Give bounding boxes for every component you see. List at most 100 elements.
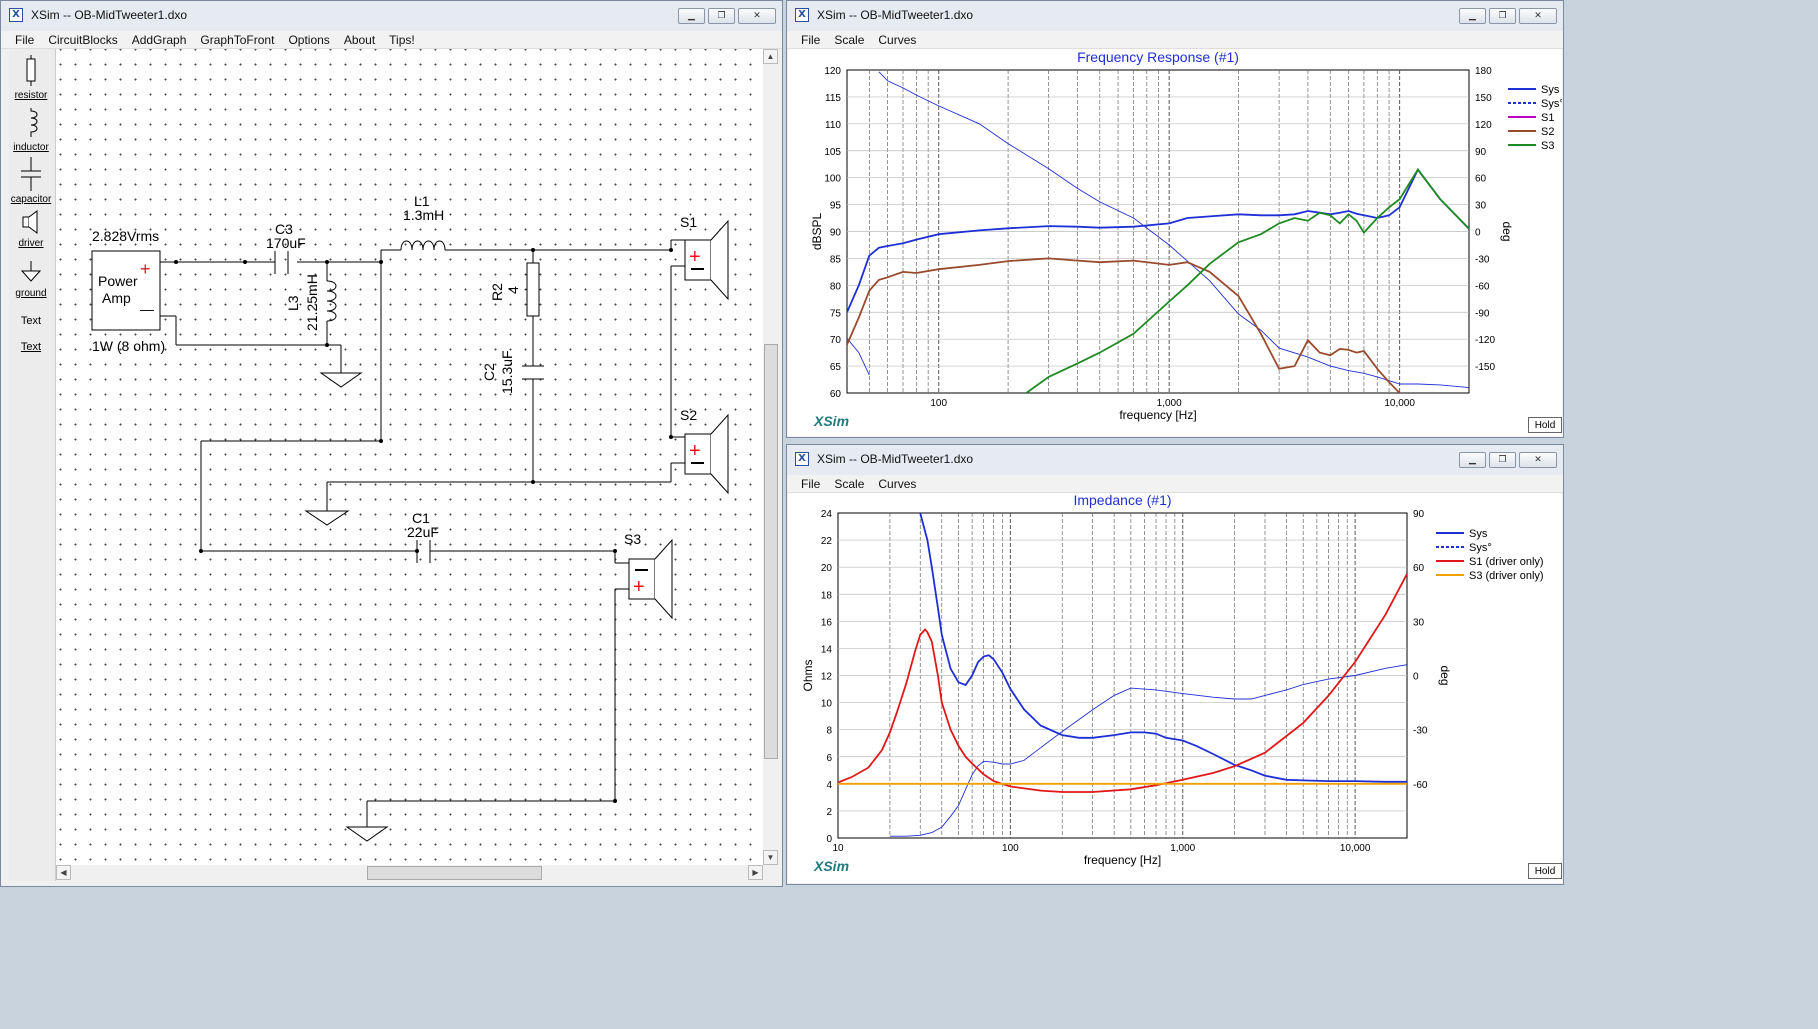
menu-file[interactable]: File xyxy=(15,31,34,48)
ground-symbol[interactable] xyxy=(304,510,350,526)
inductor-l1[interactable] xyxy=(400,240,446,251)
restore-icon[interactable]: ❐ xyxy=(1489,452,1516,468)
y-tick-label: 6 xyxy=(826,753,832,764)
r2-value: 4 xyxy=(505,286,521,294)
ground-symbol[interactable] xyxy=(319,372,363,388)
close-icon[interactable]: ✕ xyxy=(738,8,776,24)
y2-tick-label: -30 xyxy=(1475,254,1490,265)
restore-icon[interactable]: ❐ xyxy=(708,8,735,24)
y-axis-label: Ohms xyxy=(801,659,815,691)
driver-icon xyxy=(22,210,38,234)
minimize-icon[interactable]: ▁ xyxy=(678,8,705,24)
c2-name: C2 xyxy=(481,363,497,381)
menu-options[interactable]: Options xyxy=(288,31,329,48)
menu-addgraph[interactable]: AddGraph xyxy=(132,31,187,48)
fr-titlebar[interactable]: X XSim -- OB-MidTweeter1.dxo ▁ ❐ ✕ xyxy=(787,1,1563,32)
fr-window: X XSim -- OB-MidTweeter1.dxo ▁ ❐ ✕ File … xyxy=(786,0,1564,438)
resistor-icon xyxy=(26,55,36,86)
y-tick-label: 95 xyxy=(830,201,842,212)
inductor-l3[interactable] xyxy=(326,280,337,322)
imp-window: X XSim -- OB-MidTweeter1.dxo ▁ ❐ ✕ File … xyxy=(786,444,1564,885)
app-icon: X xyxy=(9,8,23,22)
x-tick-label: 1,000 xyxy=(1170,843,1195,854)
menu-tips[interactable]: Tips! xyxy=(389,31,415,48)
power-amp-plus: + xyxy=(140,259,151,279)
imp-chart-area[interactable]: 0 2 4 6 8 10 12 14 16 18 20 22 24 -60 -30 0 30 60 90 10 100 1… xyxy=(788,492,1562,883)
menu-scale[interactable]: Scale xyxy=(834,475,864,492)
scroll-left-icon[interactable]: ◀ xyxy=(56,865,71,880)
fr-menubar: File Scale Curves xyxy=(787,31,1563,49)
resistor-r2[interactable] xyxy=(526,262,540,317)
frequency-response-chart: 60 65 70 75 80 85 90 95 100 105 110 115 120 -150 -120 -… xyxy=(810,49,1563,422)
minimize-icon[interactable]: ▁ xyxy=(1459,8,1486,24)
horizontal-scrollbar[interactable]: ◀ ▶ xyxy=(56,865,763,881)
s3-label: S3 xyxy=(624,531,641,547)
legend-entry-1: Sys° xyxy=(1469,542,1492,554)
y-tick-label: 2 xyxy=(826,807,832,818)
s3-plus-mark: + xyxy=(633,576,645,598)
legend-entry-3: S3 (driver only) xyxy=(1469,570,1544,582)
x-axis-label: frequency [Hz] xyxy=(1084,853,1161,867)
tool-text-2[interactable]: Text xyxy=(1,341,61,353)
app-icon: X xyxy=(795,452,809,466)
tool-inductor[interactable]: inductor xyxy=(1,107,61,153)
x-tick-label: 100 xyxy=(930,398,947,409)
scroll-up-icon[interactable]: ▲ xyxy=(763,49,778,64)
circuit-window-title: XSim -- OB-MidTweeter1.dxo xyxy=(31,8,188,22)
tool-ground[interactable]: ground xyxy=(1,259,61,299)
y-tick-label: 4 xyxy=(826,780,832,791)
menu-circuitblocks[interactable]: CircuitBlocks xyxy=(48,31,117,48)
vertical-scrollbar[interactable]: ▲ ▼ xyxy=(763,49,779,865)
driver-s1-cone xyxy=(710,219,729,301)
circuit-titlebar[interactable]: X XSim -- OB-MidTweeter1.dxo ▁ ❐ ✕ xyxy=(1,1,782,32)
y-tick-label: 120 xyxy=(824,66,841,77)
y2-tick-label: -30 xyxy=(1413,726,1428,737)
fr-chart-area[interactable]: 60 65 70 75 80 85 90 95 100 105 110 115 120 -150 -120 -… xyxy=(788,49,1563,436)
horizontal-scroll-thumb[interactable] xyxy=(367,866,542,880)
menu-graphtofront[interactable]: GraphToFront xyxy=(200,31,274,48)
menu-scale[interactable]: Scale xyxy=(834,31,864,48)
inductor-icon xyxy=(30,108,38,137)
y-tick-label: 16 xyxy=(821,617,833,628)
restore-icon[interactable]: ❐ xyxy=(1489,8,1516,24)
hold-button[interactable]: Hold xyxy=(1528,417,1562,433)
menu-curves[interactable]: Curves xyxy=(878,31,916,48)
menu-file[interactable]: File xyxy=(801,31,820,48)
source-power: 1W (8 ohm) xyxy=(92,338,165,354)
hold-button[interactable]: Hold xyxy=(1528,863,1562,879)
y-tick-label: 22 xyxy=(821,536,833,547)
close-icon[interactable]: ✕ xyxy=(1519,452,1557,468)
tool-driver[interactable]: driver xyxy=(1,209,61,249)
chart-title: Frequency Response (#1) xyxy=(1077,49,1239,65)
legend: Sys Sys° S1 (driver only) S3 (driver only) xyxy=(1436,528,1544,582)
y2-tick-label: -90 xyxy=(1475,308,1490,319)
y-tick-label: 80 xyxy=(830,281,842,292)
vertical-scroll-thumb[interactable] xyxy=(764,344,778,759)
s1-label: S1 xyxy=(680,214,697,230)
tool-text[interactable]: Text xyxy=(1,315,61,327)
menu-about[interactable]: About xyxy=(344,31,375,48)
y2-axis-label: deg xyxy=(1438,665,1452,685)
y2-tick-label: 0 xyxy=(1475,228,1481,239)
close-icon[interactable]: ✕ xyxy=(1519,8,1557,24)
y2-tick-label: 120 xyxy=(1475,120,1492,131)
minimize-icon[interactable]: ▁ xyxy=(1459,452,1486,468)
menu-file[interactable]: File xyxy=(801,475,820,492)
y-tick-label: 85 xyxy=(830,254,842,265)
chart-title: Impedance (#1) xyxy=(1073,493,1171,508)
menu-curves[interactable]: Curves xyxy=(878,475,916,492)
y-tick-label: 110 xyxy=(825,120,841,131)
y-tick-label: 60 xyxy=(830,389,842,400)
ground-symbol[interactable] xyxy=(345,826,389,842)
imp-titlebar[interactable]: X XSim -- OB-MidTweeter1.dxo ▁ ❐ ✕ xyxy=(787,445,1563,476)
schematic-canvas[interactable]: + + + 2.828Vrms Power Amp + — 1W (8 ohm)… xyxy=(56,49,763,865)
s2-label: S2 xyxy=(680,407,697,423)
y2-axis-label: deg xyxy=(1500,221,1514,241)
y-tick-label: 10 xyxy=(821,699,833,710)
tool-resistor[interactable]: resistor xyxy=(1,55,61,101)
x-tick-label: 10 xyxy=(832,843,844,854)
scroll-right-icon[interactable]: ▶ xyxy=(748,865,763,880)
scroll-down-icon[interactable]: ▼ xyxy=(763,850,778,865)
y-tick-label: 70 xyxy=(830,335,842,346)
tool-capacitor[interactable]: capacitor xyxy=(1,157,61,205)
